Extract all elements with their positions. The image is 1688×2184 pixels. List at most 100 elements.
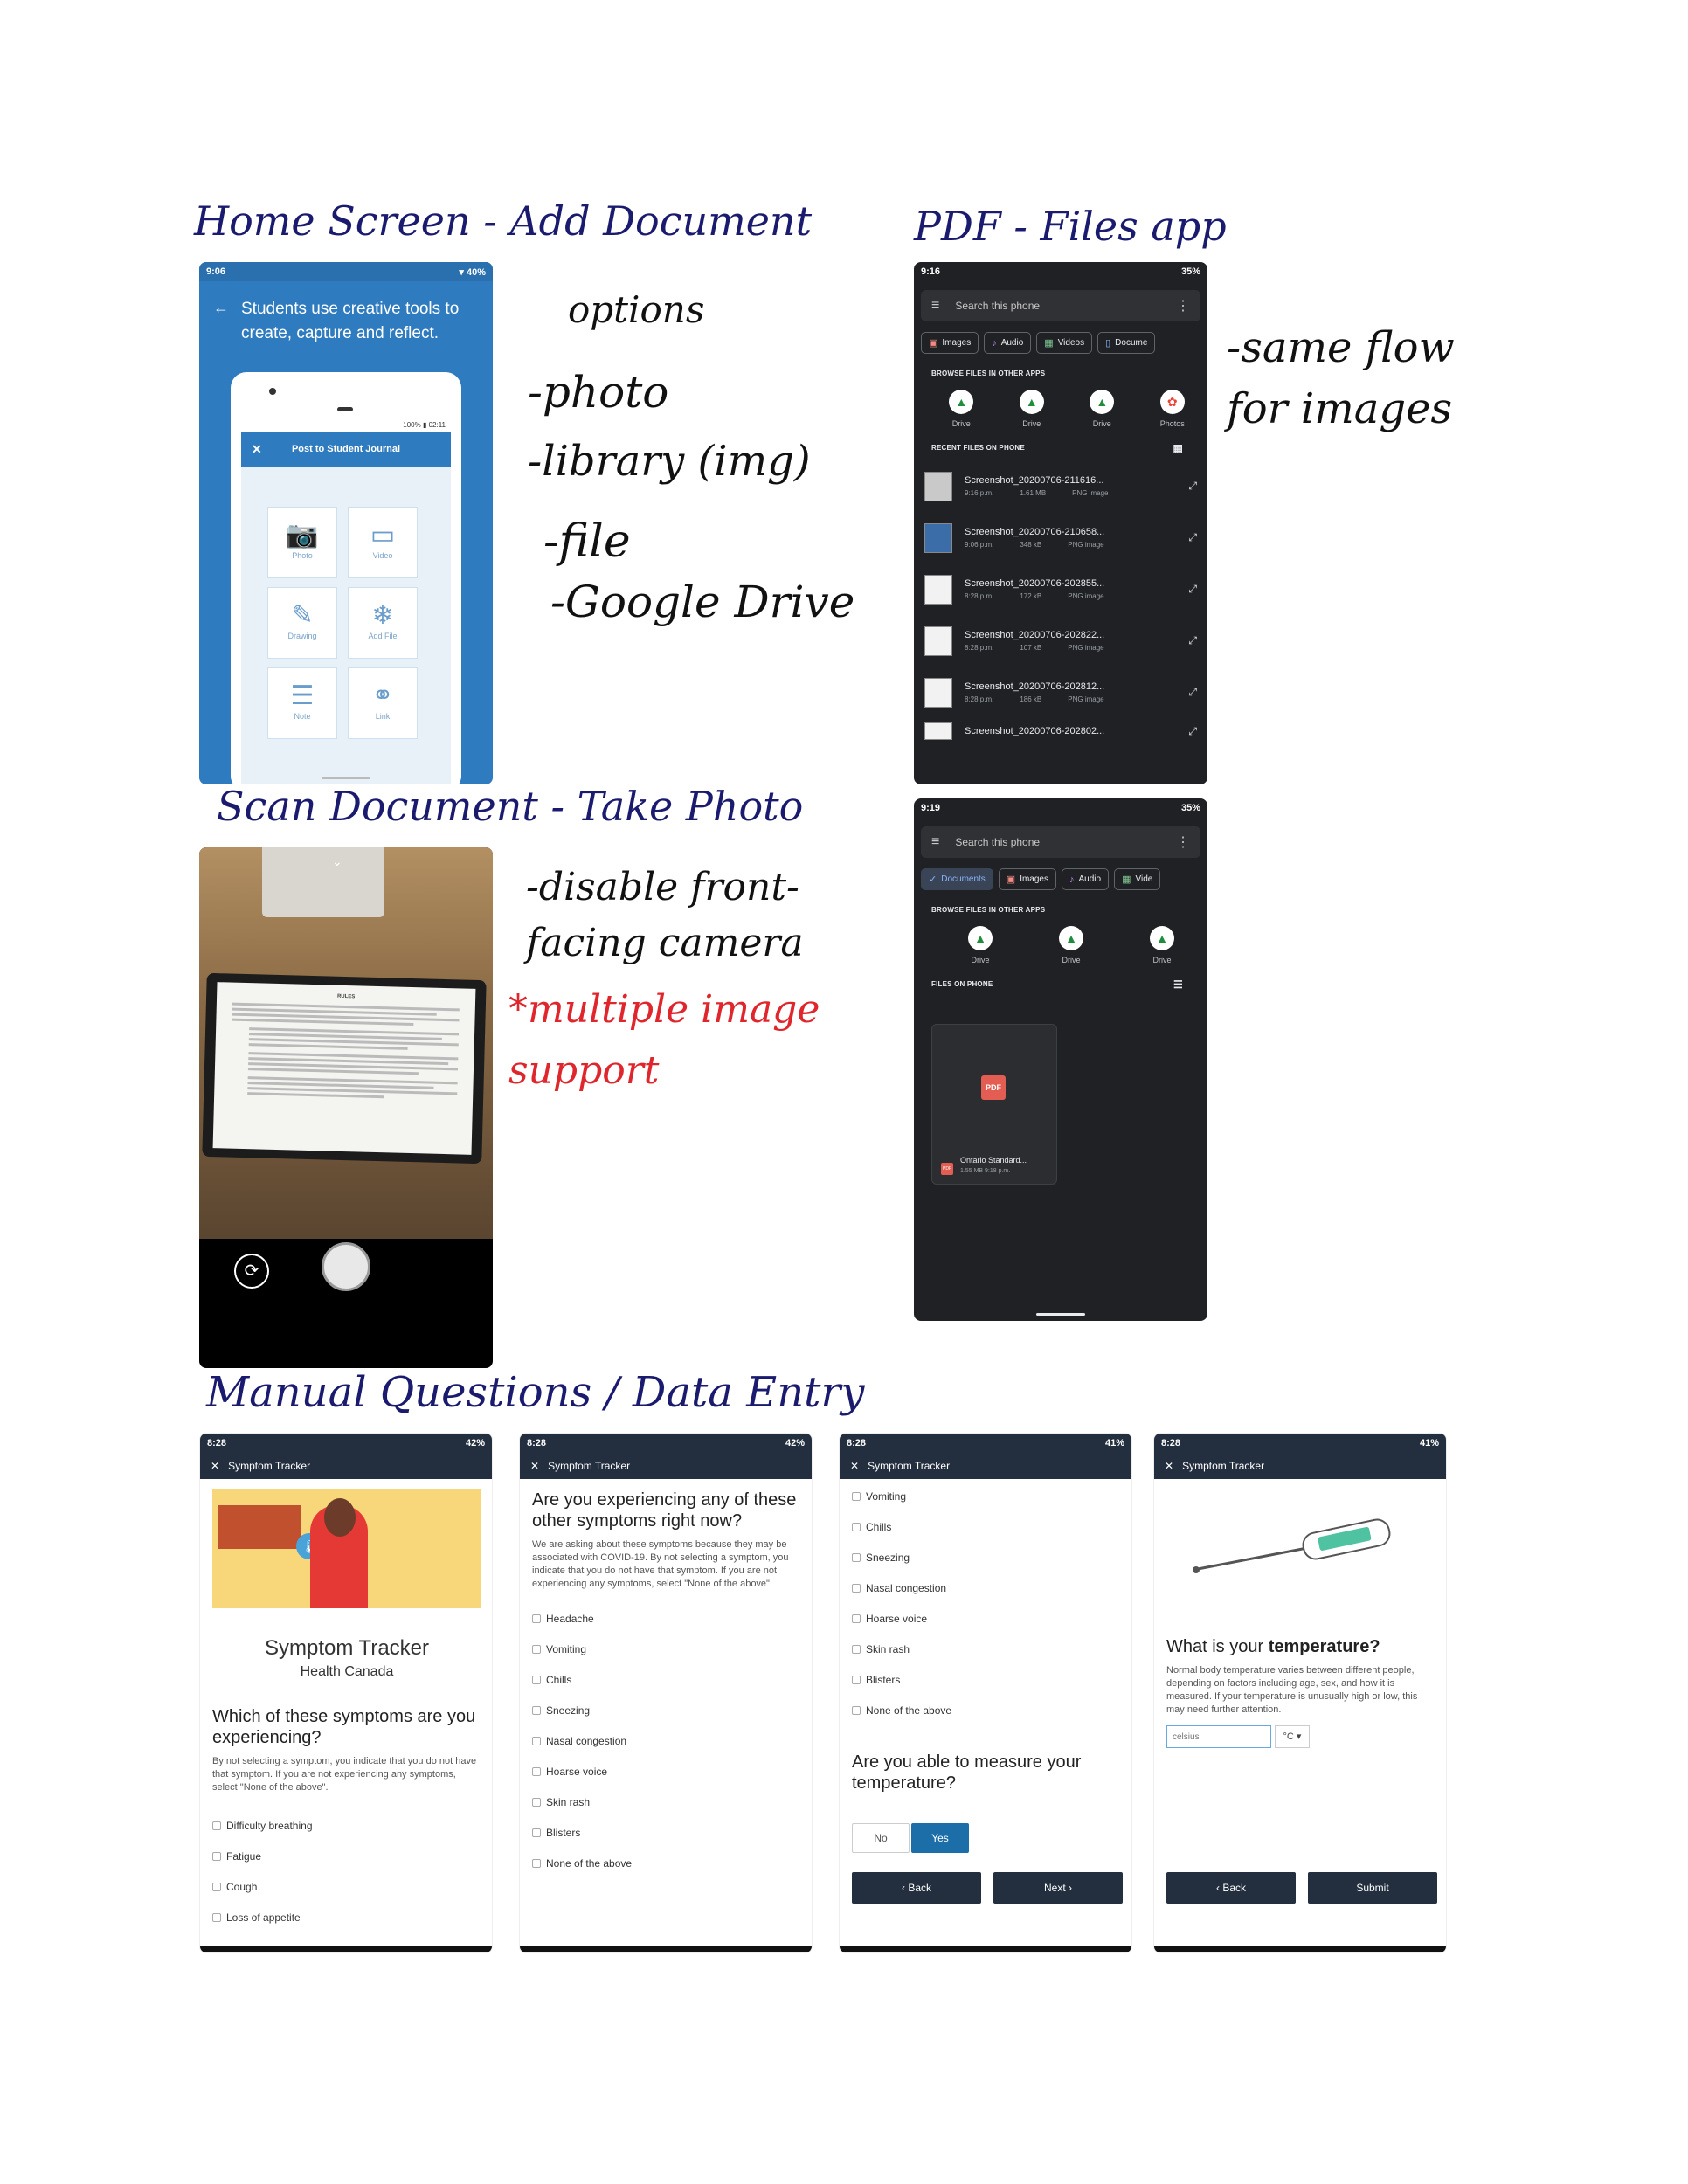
shutter-button[interactable] [322, 1242, 370, 1291]
chip-videos[interactable]: ▦ Vide [1114, 868, 1161, 890]
back-button[interactable]: ‹ Back [852, 1872, 981, 1904]
chip-documents[interactable]: ▯ Docume [1097, 332, 1156, 354]
thumbnail [924, 677, 952, 708]
chevron-down-icon[interactable]: ⌄ [332, 854, 342, 869]
symptom-checkbox[interactable]: None of the above [840, 1695, 1131, 1725]
symptom-checkbox[interactable]: Vomiting [520, 1634, 812, 1664]
unit-select[interactable]: °C ▾ [1275, 1725, 1310, 1748]
expand-icon[interactable]: ⤢ [1188, 583, 1197, 596]
app-drive[interactable]: ▲ Drive [1026, 926, 1117, 964]
yes-button[interactable]: Yes [911, 1823, 969, 1853]
symptom-checkbox[interactable]: Blisters [520, 1817, 812, 1848]
symptom-checkbox[interactable]: Blisters [840, 1664, 1131, 1695]
chip-images[interactable]: ▣ Images [921, 332, 979, 354]
search-input[interactable]: ≡ Search this phone ⋮ [921, 290, 1200, 321]
file-row[interactable]: Screenshot_20200706-210658... 9:06 p.m. 34… [914, 512, 1207, 563]
drive-icon: ▲ [1150, 926, 1174, 950]
symptom-checkbox[interactable]: Loss of appetite [200, 1902, 492, 1932]
close-icon[interactable]: ✕ [850, 1460, 859, 1472]
list-view-icon[interactable]: ☰ [1173, 978, 1183, 991]
symptom-checkbox[interactable]: Skin rash [520, 1787, 812, 1817]
option-label: Blisters [546, 1826, 581, 1839]
more-icon[interactable]: ⋮ [1176, 297, 1190, 314]
search-input[interactable]: ≡ Search this phone ⋮ [921, 826, 1200, 858]
expand-icon[interactable]: ⤢ [1188, 725, 1197, 738]
chip-documents[interactable]: ✓ Documents [921, 868, 993, 890]
option-label: Hoarse voice [546, 1765, 608, 1778]
search-placeholder: Search this phone [955, 300, 1041, 312]
file-row[interactable]: Screenshot_20200706-202802... ⤢ [914, 718, 1207, 744]
chip-videos[interactable]: ▦ Videos [1036, 332, 1093, 354]
option-note: -photo [528, 367, 669, 418]
close-icon[interactable]: ✕ [530, 1460, 539, 1472]
close-icon[interactable]: ✕ [252, 432, 262, 467]
next-button[interactable]: Next › [993, 1872, 1123, 1904]
chip-label: Videos [1057, 338, 1085, 348]
expand-icon[interactable]: ⤢ [1188, 531, 1197, 544]
menu-icon[interactable]: ≡ [931, 298, 939, 314]
more-icon[interactable]: ⋮ [1176, 833, 1190, 851]
pdf-file-card[interactable]: PDF PDF Ontario Standard... 1.55 MB 9:18… [931, 1024, 1057, 1185]
file-row[interactable]: Screenshot_20200706-202855... 8:28 p.m. 17… [914, 563, 1207, 615]
video-tile[interactable]: ▭ Video [348, 507, 418, 578]
symptom-checkbox[interactable]: Nasal congestion [840, 1572, 1131, 1603]
back-arrow-icon[interactable]: ← [213, 295, 229, 320]
home-screen-heading: Home Screen - Add Document [194, 197, 813, 245]
option-note: -library (img) [528, 437, 811, 486]
file-name: Screenshot_20200706-202812... [965, 681, 1105, 692]
app-drive[interactable]: ▲ Drive [926, 390, 997, 428]
add-file-tile[interactable]: ❄ Add File [348, 587, 418, 659]
app-drive[interactable]: ▲ Drive [997, 390, 1068, 428]
section-label: BROWSE FILES IN OTHER APPS [931, 906, 1046, 914]
grid-view-icon[interactable]: ▦ [1173, 442, 1183, 454]
symptom-checkbox[interactable]: Sneezing [520, 1695, 812, 1725]
close-icon[interactable]: ✕ [211, 1460, 219, 1472]
chip-audio[interactable]: ♪ Audio [1062, 868, 1110, 890]
file-row[interactable]: Screenshot_20200706-211616... 9:16 p.m. 1.… [914, 460, 1207, 512]
app-label: Drive [1022, 419, 1041, 428]
submit-button[interactable]: Submit [1308, 1872, 1437, 1904]
drawing-tile[interactable]: ✎ Drawing [267, 587, 337, 659]
file-row[interactable]: Screenshot_20200706-202812... 8:28 p.m. 18… [914, 667, 1207, 718]
symptom-checkbox[interactable]: Chills [520, 1664, 812, 1695]
symptom-checkbox[interactable]: Hoarse voice [520, 1756, 812, 1787]
symptom-checkbox[interactable]: Nasal congestion [520, 1725, 812, 1756]
symptom-checkbox[interactable]: Sneezing [840, 1542, 1131, 1572]
symptom-checkbox[interactable]: Headache [520, 1603, 812, 1634]
file-type: PNG image [1068, 695, 1104, 703]
expand-icon[interactable]: ⤢ [1188, 634, 1197, 647]
photo-tile[interactable]: 📷 Photo [267, 507, 337, 578]
back-button[interactable]: ‹ Back [1166, 1872, 1296, 1904]
symptom-checkbox[interactable]: Vomiting [840, 1481, 1131, 1511]
symptom-checkbox[interactable]: Difficulty breathing [200, 1810, 492, 1841]
image-icon: ▣ [929, 338, 938, 349]
menu-icon[interactable]: ≡ [931, 834, 939, 850]
link-tile[interactable]: ⚭ Link [348, 667, 418, 739]
no-button[interactable]: No [852, 1823, 910, 1853]
symptom-checkbox[interactable]: Fatigue [200, 1841, 492, 1871]
checkbox-icon [212, 1912, 221, 1922]
app-drive[interactable]: ▲ Drive [1117, 926, 1207, 964]
expand-icon[interactable]: ⤢ [1188, 480, 1197, 493]
pdf-small-icon: PDF [941, 1163, 953, 1175]
flip-camera-icon[interactable]: ⟳ [234, 1254, 269, 1289]
chip-images[interactable]: ▣ Images [998, 868, 1056, 890]
symptom-checkbox[interactable]: Chills [840, 1511, 1131, 1542]
symptom-checkbox[interactable]: Hoarse voice [840, 1603, 1131, 1634]
checkbox-icon [852, 1522, 861, 1531]
symptom-checkbox[interactable]: None of the above [520, 1848, 812, 1878]
close-icon[interactable]: ✕ [1165, 1460, 1173, 1472]
note-tile[interactable]: ☰ Note [267, 667, 337, 739]
option-label: Vomiting [866, 1489, 907, 1503]
file-row[interactable]: Screenshot_20200706-202822... 8:28 p.m. 10… [914, 615, 1207, 667]
app-photos[interactable]: ✿ Photos [1138, 390, 1208, 428]
chip-audio[interactable]: ♪ Audio [984, 332, 1032, 354]
symptom-checkbox[interactable]: Cough [200, 1871, 492, 1902]
symptom-checkbox[interactable]: Skin rash [840, 1634, 1131, 1664]
temperature-input[interactable] [1166, 1725, 1271, 1748]
app-drive[interactable]: ▲ Drive [1067, 390, 1138, 428]
expand-icon[interactable]: ⤢ [1188, 686, 1197, 699]
app-drive[interactable]: ▲ Drive [935, 926, 1026, 964]
file-name: Screenshot_20200706-202802... [965, 726, 1105, 736]
video-icon: ▦ [1044, 338, 1054, 349]
